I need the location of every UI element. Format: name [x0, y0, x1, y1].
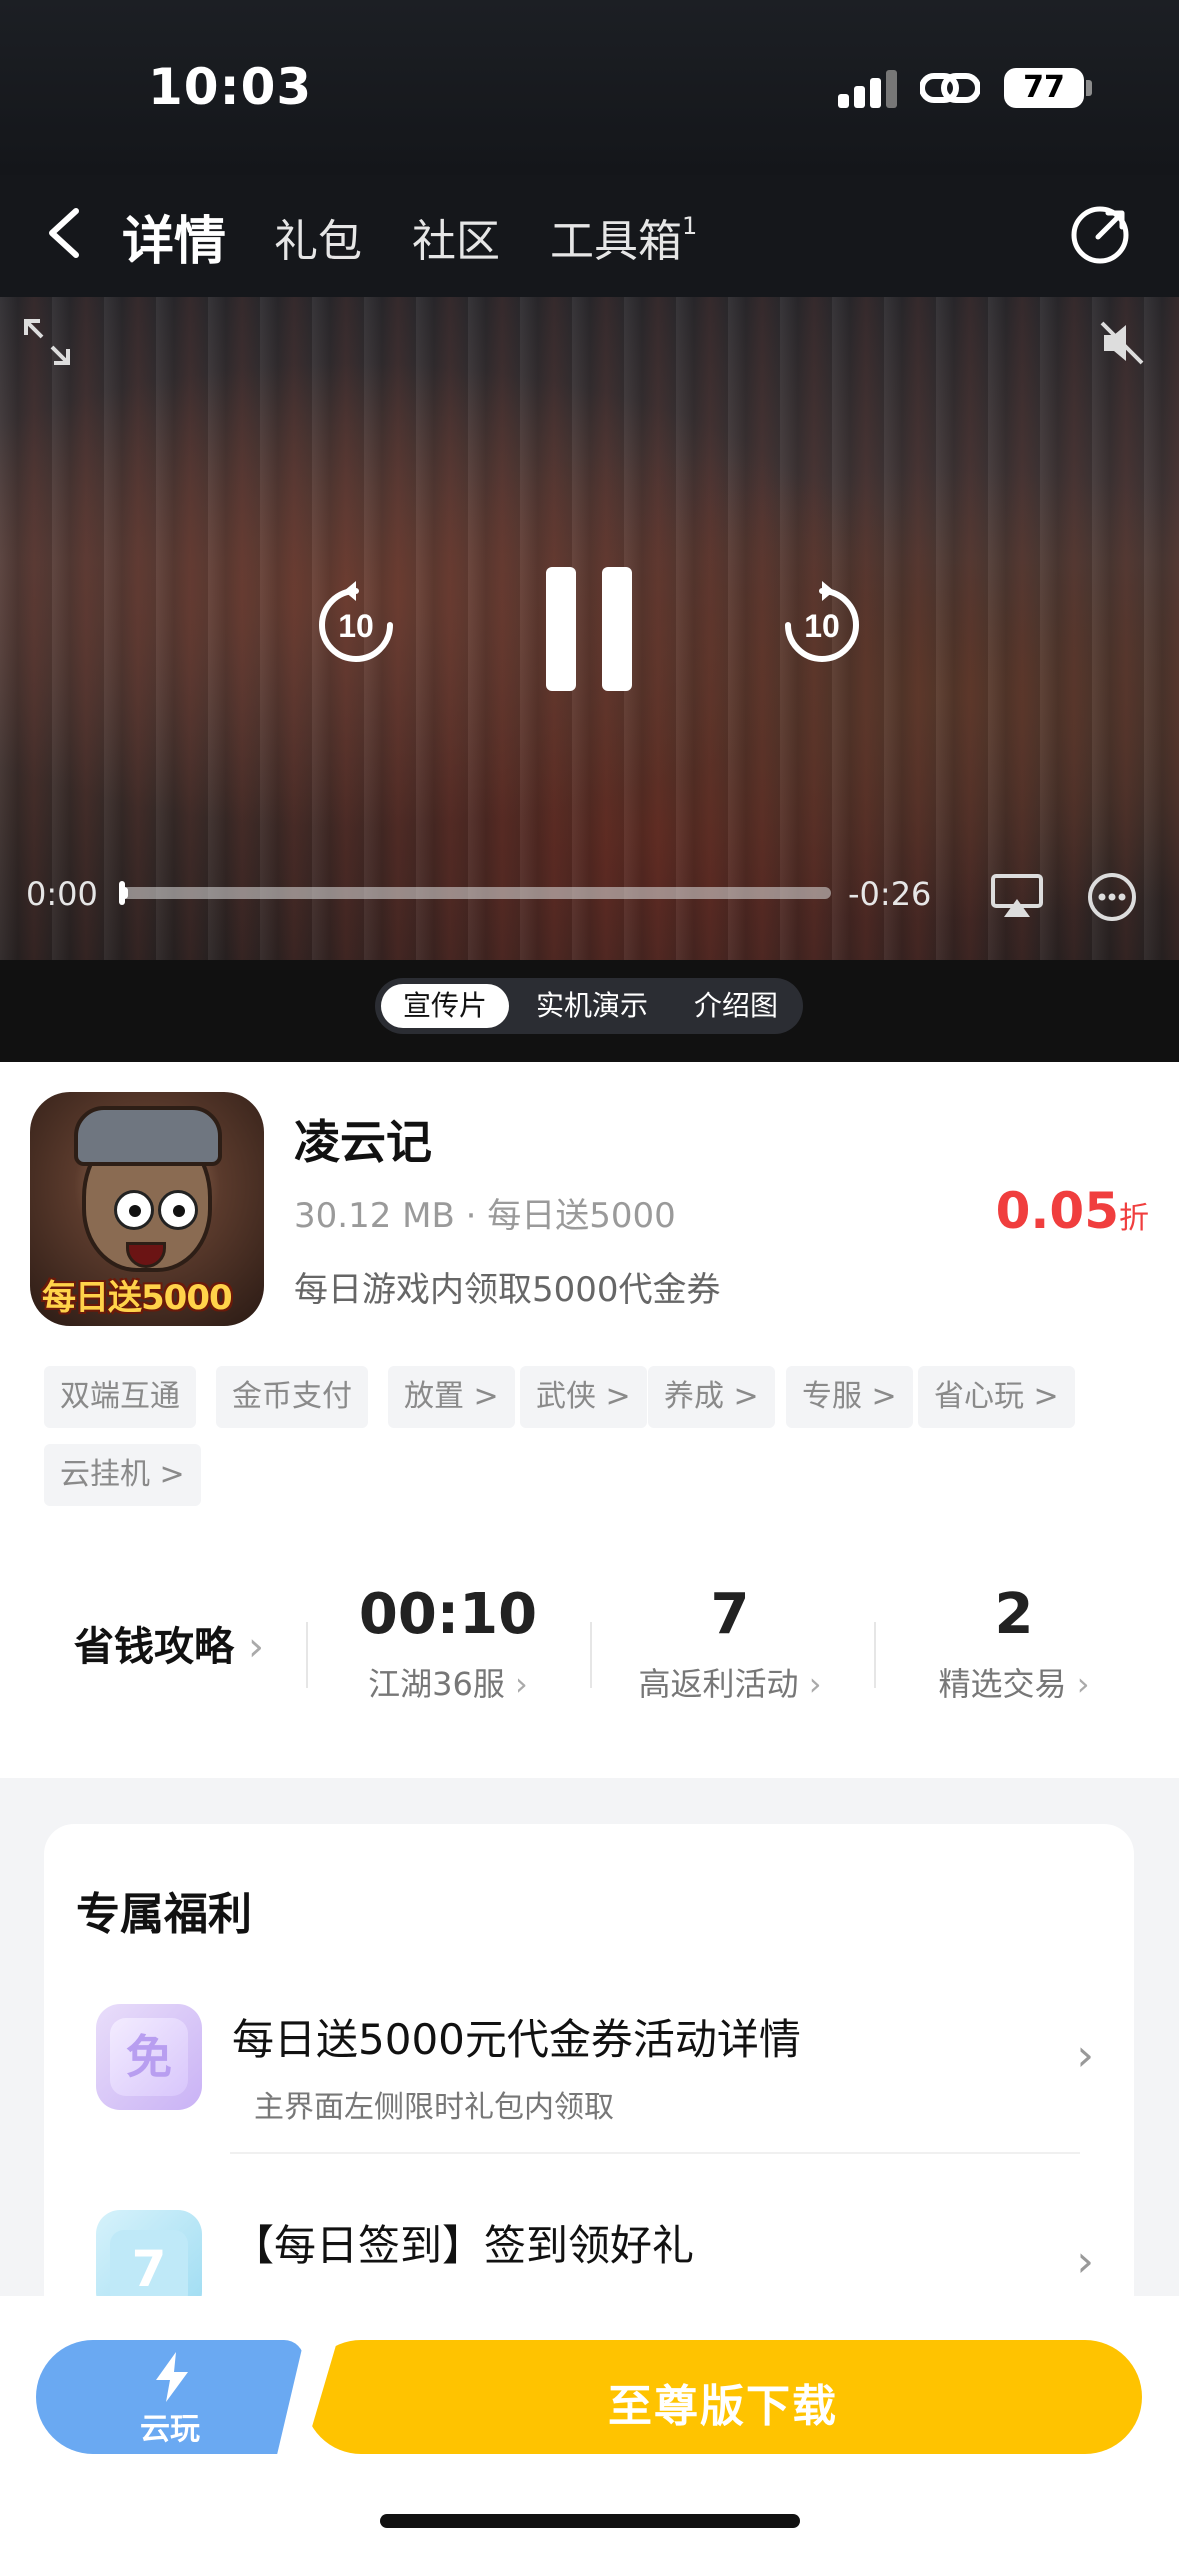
chevron-right-icon: › — [1076, 2236, 1094, 2287]
switch-gameplay[interactable]: 实机演示 — [513, 984, 671, 1028]
status-time: 10:03 — [148, 58, 313, 116]
switch-intro[interactable]: 介绍图 — [675, 984, 797, 1028]
lightning-icon — [156, 2352, 188, 2402]
video-progress-thumb[interactable] — [119, 881, 125, 905]
tag-item[interactable]: 省心玩 > — [918, 1366, 1075, 1428]
stats-divider — [590, 1622, 592, 1688]
pause-icon[interactable] — [546, 567, 632, 691]
game-icon: 每日送5000 — [30, 1092, 264, 1326]
tab-gifts[interactable]: 礼包 — [274, 205, 362, 269]
link-icon — [920, 73, 980, 103]
home-indicator — [380, 2514, 800, 2528]
voucher-icon: 免 — [96, 2004, 202, 2110]
tab-community[interactable]: 社区 — [412, 205, 500, 269]
discount-value: 0.05 — [995, 1182, 1119, 1240]
stats-divider — [874, 1622, 876, 1688]
download-label: 至尊版下载 — [608, 2381, 838, 2432]
discount-badge: 0.05折 — [996, 1182, 1149, 1240]
more-options-icon[interactable] — [1086, 871, 1138, 923]
savings-stats: 省钱攻略 › 00:10 江湖36服 › 7 高返利活动 › 2 精选交易 › — [0, 1562, 1179, 1722]
video-type-switch: 宣传片 实机演示 介绍图 — [375, 978, 803, 1034]
savings-guide-link[interactable]: 省钱攻略 › — [74, 1614, 264, 1672]
benefit-title: 每日送5000元代金券活动详情 — [232, 2015, 801, 2064]
back-arrow-icon[interactable] — [40, 203, 92, 263]
mute-icon[interactable] — [1096, 317, 1148, 369]
cloud-play-label: 云玩 — [140, 2412, 200, 2447]
battery-indicator: 77 — [1004, 68, 1084, 108]
switch-promo[interactable]: 宣传片 — [381, 984, 509, 1028]
benefit-divider — [230, 2152, 1080, 2154]
benefit-title: 【每日签到】签到领好礼 — [232, 2221, 695, 2270]
tag-item: 双端互通 — [44, 1366, 196, 1428]
benefit-subtitle: 主界面左侧限时礼包内领取 — [254, 2090, 614, 2125]
stat-label: 江湖36服 › — [368, 1665, 528, 1703]
remaining-time: -0:26 — [848, 875, 932, 913]
cloud-play-button[interactable]: 云玩 — [36, 2340, 304, 2454]
stat-rebate[interactable]: 7 高返利活动 › — [600, 1582, 860, 1705]
rewind-seconds-label: 10 — [338, 608, 374, 644]
stats-divider — [306, 1622, 308, 1688]
tab-toolbox-label: 工具箱 — [550, 216, 682, 267]
stat-server[interactable]: 00:10 江湖36服 › — [318, 1582, 578, 1705]
elapsed-time: 0:00 — [26, 875, 98, 913]
airplay-icon[interactable] — [990, 873, 1044, 919]
stat-value: 00:10 — [358, 1582, 538, 1647]
stat-value: 2 — [994, 1582, 1034, 1647]
stat-label: 精选交易 › — [938, 1665, 1090, 1703]
savings-guide-label: 省钱攻略 — [74, 1624, 234, 1670]
tab-details[interactable]: 详情 — [122, 199, 226, 274]
icon-eye-right — [158, 1190, 198, 1230]
tag-item[interactable]: 武侠 > — [520, 1366, 647, 1428]
top-nav-bar: 详情 礼包 社区 工具箱1 — [0, 175, 1179, 297]
icon-eye-left — [114, 1190, 154, 1230]
game-size: 30.12 MB — [294, 1196, 455, 1236]
video-progress-bar[interactable] — [119, 881, 831, 905]
benefit-item[interactable]: 免 每日送5000元代金券活动详情 主界面左侧限时礼包内领取 › — [44, 1984, 1134, 2164]
tab-toolbox[interactable]: 工具箱1 — [550, 205, 697, 269]
stat-trade[interactable]: 2 精选交易 › — [884, 1582, 1144, 1705]
rewind-10-icon[interactable]: 10 — [312, 579, 400, 667]
tag-item[interactable]: 专服 > — [786, 1366, 913, 1428]
game-title: 凌云记 — [294, 1115, 432, 1169]
expand-icon[interactable] — [20, 315, 74, 369]
stat-label: 高返利活动 › — [638, 1665, 822, 1703]
icon-hat — [74, 1106, 222, 1166]
meta-separator: · — [465, 1196, 488, 1236]
tab-toolbox-badge: 1 — [682, 212, 698, 241]
discount-unit: 折 — [1119, 1201, 1149, 1236]
forward-10-icon[interactable]: 10 — [778, 579, 866, 667]
tag-item[interactable]: 放置 > — [388, 1366, 515, 1428]
download-button[interactable]: 至尊版下载 — [304, 2340, 1142, 2454]
forward-seconds-label: 10 — [804, 608, 840, 644]
share-icon[interactable] — [1068, 203, 1132, 267]
chevron-right-icon: › — [247, 1624, 264, 1670]
status-bar: 10:03 77 — [0, 0, 1179, 175]
stat-value: 7 — [710, 1582, 750, 1647]
tag-item[interactable]: 养成 > — [648, 1366, 775, 1428]
video-player[interactable]: 10 10 0:00 -0:26 — [0, 297, 1179, 960]
chevron-right-icon: › — [1076, 2030, 1094, 2081]
tag-item[interactable]: 云挂机 > — [44, 1444, 201, 1506]
battery-cap — [1086, 80, 1092, 96]
game-description: 每日游戏内领取5000代金券 — [294, 1270, 721, 1310]
game-info-section: 每日送5000 凌云记 30.12 MB · 每日送5000 每日游戏内领取50… — [0, 1062, 1179, 1778]
game-meta: 30.12 MB · 每日送5000 — [294, 1188, 676, 1237]
tag-item: 金币支付 — [216, 1366, 368, 1428]
game-meta-tag: 每日送5000 — [487, 1196, 676, 1236]
icon-promo-text: 每日送5000 — [42, 1278, 233, 1318]
cellular-signal-icon — [838, 68, 898, 108]
benefits-title: 专属福利 — [76, 1889, 252, 1940]
